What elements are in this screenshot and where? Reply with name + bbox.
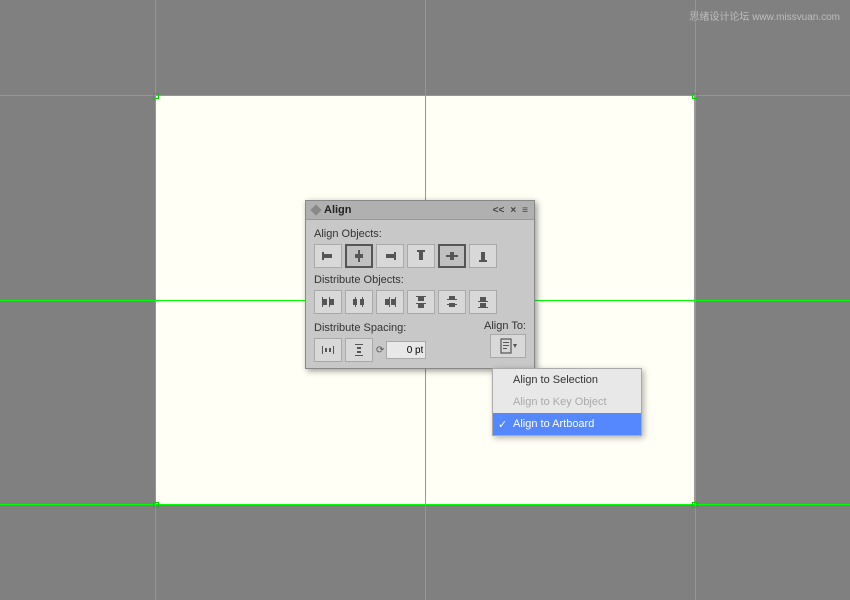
panel-body: Align Objects: bbox=[306, 220, 534, 368]
dropdown-item-align-to-artboard[interactable]: Align to Artboard bbox=[493, 413, 641, 435]
corner-handle-bl bbox=[153, 502, 159, 508]
distribute-bottom-btn[interactable] bbox=[469, 290, 497, 314]
align-right-btn[interactable] bbox=[376, 244, 404, 268]
distribute-spacing-section: Distribute Spacing: ⟳ bbox=[314, 320, 426, 362]
align-to-label: Align To: bbox=[484, 320, 526, 332]
panel-icon bbox=[310, 204, 321, 215]
distribute-h-spacing-btn[interactable] bbox=[314, 338, 342, 362]
panel-close-btn[interactable]: × bbox=[510, 205, 516, 216]
spacing-input[interactable] bbox=[386, 341, 426, 359]
dropdown-item-align-to-key-object[interactable]: Align to Key Object bbox=[493, 391, 641, 413]
distribute-right-btn[interactable] bbox=[376, 290, 404, 314]
align-to-dropdown-menu: Align to Selection Align to Key Object A… bbox=[492, 368, 642, 436]
distribute-left-btn[interactable] bbox=[314, 290, 342, 314]
distribute-top-btn[interactable] bbox=[407, 290, 435, 314]
align-left-btn[interactable] bbox=[314, 244, 342, 268]
align-objects-row bbox=[314, 244, 526, 268]
panel-title-controls: << × ≡ bbox=[493, 205, 528, 216]
align-bottom-btn[interactable] bbox=[469, 244, 497, 268]
spin-icon: ⟳ bbox=[376, 345, 384, 356]
panel-title-left: Align bbox=[312, 204, 352, 216]
distribute-objects-label: Distribute Objects: bbox=[314, 274, 526, 286]
align-panel: Align << × ≡ Align Objects: bbox=[305, 200, 535, 369]
distribute-v-spacing-btn[interactable] bbox=[345, 338, 373, 362]
distribute-spacing-label: Distribute Spacing: bbox=[314, 322, 426, 334]
dropdown-item-align-to-selection[interactable]: Align to Selection bbox=[493, 369, 641, 391]
watermark: 思绪设计论坛 www.missvuan.com bbox=[689, 8, 840, 23]
canvas: 思绪设计论坛 www.missvuan.com Align << × ≡ Ali… bbox=[0, 0, 850, 600]
panel-menu-btn[interactable]: ≡ bbox=[522, 205, 528, 216]
spacing-input-group: ⟳ bbox=[376, 341, 426, 359]
panel-titlebar: Align << × ≡ bbox=[306, 201, 534, 220]
panel-title: Align bbox=[324, 204, 352, 216]
align-center-h-btn[interactable] bbox=[345, 244, 373, 268]
corner-handle-tl bbox=[153, 93, 159, 99]
corner-handle-br bbox=[692, 502, 698, 508]
panel-collapse-btn[interactable]: << bbox=[493, 205, 505, 216]
distribute-center-v-btn[interactable] bbox=[438, 290, 466, 314]
align-to-dropdown-btn[interactable] bbox=[490, 334, 526, 358]
align-top-btn[interactable] bbox=[407, 244, 435, 268]
bottom-section: Distribute Spacing: ⟳ bbox=[314, 320, 526, 362]
distribute-center-h-btn[interactable] bbox=[345, 290, 373, 314]
align-objects-label: Align Objects: bbox=[314, 228, 526, 240]
align-to-section: Align To: bbox=[484, 320, 526, 358]
corner-handle-tr bbox=[692, 93, 698, 99]
align-center-v-btn[interactable] bbox=[438, 244, 466, 268]
distribute-objects-row bbox=[314, 290, 526, 314]
